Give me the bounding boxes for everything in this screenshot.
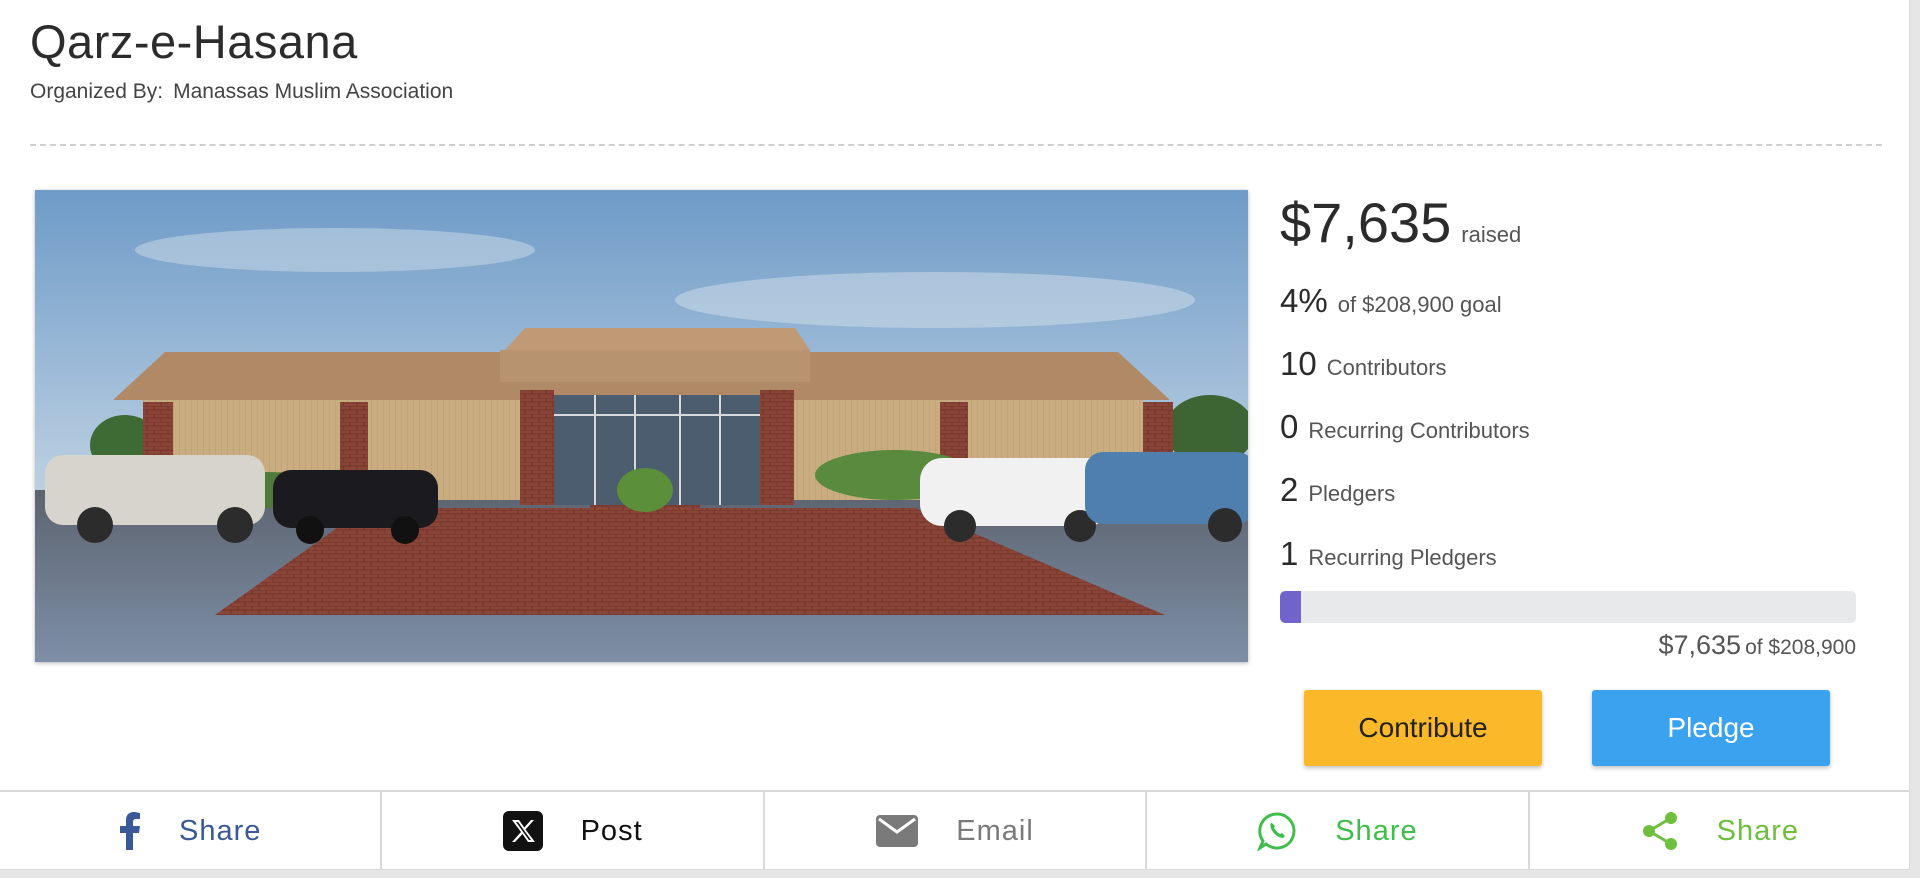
- progress-fill: [1280, 591, 1302, 623]
- progress-goal: of $208,900: [1745, 636, 1856, 659]
- contributors-label: Contributors: [1326, 355, 1447, 380]
- campaign-image: [35, 190, 1248, 662]
- share-x-label: Post: [580, 814, 643, 847]
- organizer-line: Organized By: Manassas Muslim Association: [30, 80, 453, 104]
- page-title: Qarz-e-Hasana: [30, 15, 358, 68]
- recurring-pledgers-count: 1: [1280, 535, 1299, 572]
- share-x-button[interactable]: Post: [382, 792, 765, 870]
- recurring-pledgers-label: Recurring Pledgers: [1308, 545, 1497, 570]
- share-email-button[interactable]: Email: [765, 792, 1148, 870]
- whatsapp-icon: [1257, 812, 1296, 851]
- contributors-row: 10 Contributors: [1280, 345, 1447, 383]
- progress-caption: $7,635 of $208,900: [1658, 630, 1856, 661]
- organized-by-label: Organized By:: [30, 80, 164, 103]
- progress-amount: $7,635: [1658, 630, 1742, 660]
- share-facebook-button[interactable]: Share: [0, 792, 383, 870]
- share-generic-label: Share: [1716, 814, 1800, 847]
- contribute-button[interactable]: Contribute: [1304, 690, 1542, 766]
- goal-percent: 4%: [1280, 282, 1328, 319]
- recurring-contributors-row: 0 Recurring Contributors: [1280, 408, 1530, 446]
- recurring-contributors-label: Recurring Contributors: [1308, 418, 1530, 443]
- raised-amount: $7,635: [1280, 191, 1452, 254]
- share-icon: [1642, 812, 1677, 850]
- email-icon: [876, 815, 919, 847]
- goal-row: 4% of $208,900 goal: [1280, 282, 1502, 320]
- raised-label: raised: [1461, 222, 1522, 247]
- dashed-divider: [30, 144, 1882, 146]
- pledgers-label: Pledgers: [1308, 481, 1396, 506]
- recurring-pledgers-row: 1 Recurring Pledgers: [1280, 535, 1497, 573]
- pledgers-count: 2: [1280, 471, 1299, 508]
- pledgers-row: 2 Pledgers: [1280, 471, 1395, 509]
- recurring-contributors-count: 0: [1280, 408, 1299, 445]
- pledge-button[interactable]: Pledge: [1592, 690, 1830, 766]
- x-icon: [502, 811, 543, 851]
- facebook-icon: [120, 812, 140, 850]
- organizer-name: Manassas Muslim Association: [173, 80, 454, 103]
- share-facebook-label: Share: [179, 814, 262, 847]
- contributors-count: 10: [1280, 345, 1317, 382]
- campaign-card: Qarz-e-Hasana Organized By: Manassas Musl…: [0, 0, 1910, 870]
- share-bar: Share Post Email Share Share: [0, 790, 1910, 870]
- share-whatsapp-button[interactable]: Share: [1147, 792, 1530, 870]
- raised-row: $7,635 raised: [1280, 190, 1521, 255]
- share-whatsapp-label: Share: [1335, 814, 1418, 847]
- share-email-label: Email: [956, 814, 1034, 847]
- goal-text: of $208,900 goal: [1337, 292, 1502, 317]
- share-generic-button[interactable]: Share: [1530, 792, 1910, 870]
- progress-bar: [1280, 591, 1856, 623]
